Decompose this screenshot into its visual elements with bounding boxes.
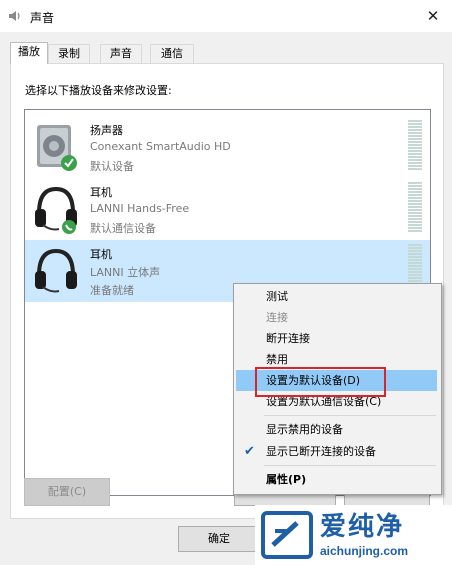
device-name: 耳机 bbox=[90, 248, 112, 261]
title-bar: 声音 ✕ bbox=[0, 0, 452, 32]
watermark-text-en: aichunjing.com bbox=[320, 544, 409, 558]
watermark-logo-icon bbox=[261, 511, 313, 559]
ok-button[interactable]: 确定 bbox=[178, 526, 260, 552]
device-item-headset-handsfree[interactable]: 耳机 LANNI Hands-Free 默认通信设备 bbox=[25, 178, 430, 240]
watermark-text-cn: 爱纯净 bbox=[320, 512, 405, 542]
window-title: 声音 bbox=[30, 11, 55, 25]
menu-item-test[interactable]: 测试 bbox=[236, 286, 437, 307]
menu-item-show-disconnected[interactable]: ✔ 显示已断开连接的设备 bbox=[236, 441, 437, 462]
device-item-speaker[interactable]: 扬声器 Conexant SmartAudio HD 默认设备 bbox=[25, 116, 430, 178]
menu-separator bbox=[264, 415, 436, 416]
menu-item-show-disabled[interactable]: 显示禁用的设备 bbox=[236, 419, 437, 440]
close-icon: ✕ bbox=[426, 7, 440, 25]
device-driver: Conexant SmartAudio HD bbox=[90, 140, 231, 153]
menu-item-properties[interactable]: 属性(P) bbox=[236, 469, 437, 490]
headphones-icon bbox=[35, 248, 77, 293]
menu-item-connect[interactable]: 连接 bbox=[236, 307, 437, 328]
volume-meter bbox=[408, 182, 422, 234]
tab-sounds[interactable]: 声音 bbox=[100, 44, 142, 63]
device-driver: LANNI Hands-Free bbox=[90, 202, 190, 215]
instruction-text: 选择以下播放设备来修改设置: bbox=[25, 84, 172, 97]
headphones-icon bbox=[35, 186, 77, 234]
checkmark-icon: ✔ bbox=[244, 444, 255, 459]
volume-meter bbox=[408, 120, 422, 172]
tab-communications[interactable]: 通信 bbox=[150, 44, 194, 63]
device-status: 默认通信设备 bbox=[90, 222, 156, 235]
menu-item-disconnect[interactable]: 断开连接 bbox=[236, 328, 437, 349]
device-name: 扬声器 bbox=[90, 124, 123, 137]
menu-separator bbox=[264, 465, 436, 466]
device-driver: LANNI 立体声 bbox=[90, 266, 161, 279]
phone-badge bbox=[62, 220, 76, 234]
tab-playback[interactable]: 播放 bbox=[10, 42, 48, 64]
speaker-icon bbox=[9, 11, 20, 21]
speaker-device-icon bbox=[37, 125, 77, 171]
tab-recording[interactable]: 录制 bbox=[48, 44, 90, 63]
annotation-highlight-box bbox=[255, 367, 386, 397]
close-button[interactable]: ✕ bbox=[422, 6, 444, 26]
menu-item-label: 显示已断开连接的设备 bbox=[266, 445, 376, 458]
device-status: 准备就绪 bbox=[90, 284, 134, 297]
configure-button[interactable]: 配置(C) bbox=[24, 478, 110, 506]
device-status: 默认设备 bbox=[90, 160, 134, 173]
device-name: 耳机 bbox=[90, 186, 112, 199]
